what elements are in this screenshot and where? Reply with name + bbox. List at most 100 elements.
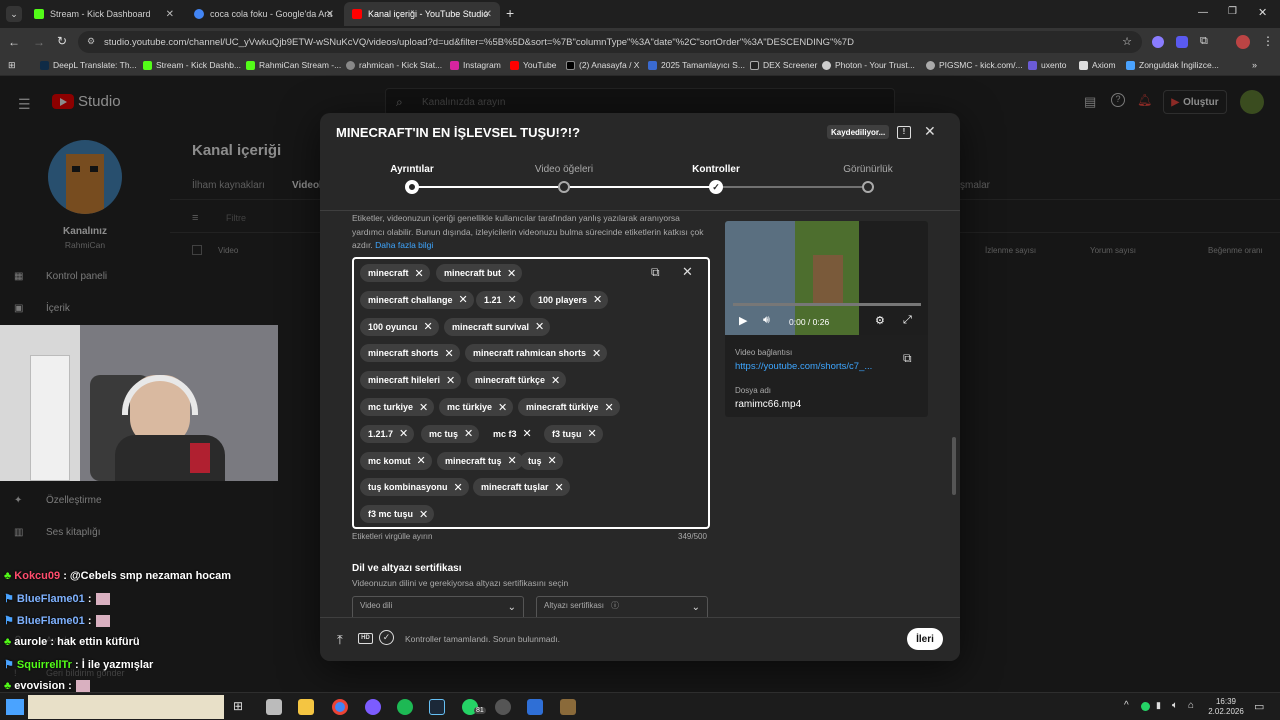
restore-button[interactable]: ❐ [1228,6,1237,17]
remove-tag-icon[interactable]: ✕ [605,401,614,414]
menu-kebab-icon[interactable]: ⋮ [1262,34,1274,48]
chrome-icon[interactable] [332,699,348,715]
minimize-button[interactable]: — [1198,7,1208,18]
play-icon[interactable]: ▶ [739,314,747,327]
minecraft-icon[interactable] [560,699,576,715]
scrollbar-track[interactable] [952,209,956,615]
remove-tag-icon[interactable]: ✕ [454,481,463,494]
tag-chip[interactable]: 100 players ✕ [530,290,609,309]
step-checks-checkmark-icon[interactable]: ✓ [709,180,723,194]
clear-tags-icon[interactable]: ✕ [682,264,693,280]
bookmark-zonguldak[interactable]: Zonguldak İngilizce... [1126,60,1219,70]
tag-chip[interactable]: minecraft tuş ✕ [437,451,523,470]
remove-tag-icon[interactable]: ✕ [419,401,428,414]
apps-grid-icon[interactable]: ⊞ [8,60,16,71]
remove-tag-icon[interactable]: ✕ [548,454,557,467]
tag-chip[interactable]: minecraft rahmican shorts ✕ [465,344,608,363]
tag-chip[interactable]: minecraft challange ✕ [360,290,474,309]
video-link[interactable]: https://youtube.com/shorts/c7_... [735,361,872,372]
tab-search-button[interactable]: ⌄ [6,6,22,22]
remove-tag-icon[interactable]: ✕ [419,508,428,521]
info-icon[interactable]: ⓘ [611,600,619,611]
step-video-elements-dot[interactable] [558,181,570,193]
bookmark-deepl[interactable]: DeepL Translate: Th... [40,60,137,70]
remove-tag-icon[interactable]: ✕ [459,293,468,306]
spotify-icon[interactable] [397,699,413,715]
tray-app-icon[interactable]: ▮ [1156,700,1161,711]
volume-icon[interactable]: 🔈︎ [1172,700,1178,711]
remove-tag-icon[interactable]: ✕ [592,347,601,360]
close-icon[interactable]: ✕ [166,9,174,20]
close-dialog-icon[interactable]: ✕ [924,123,936,140]
app-icon[interactable] [527,699,543,715]
remove-tag-icon[interactable]: ✕ [417,454,426,467]
video-thumbnail[interactable]: ▶ 🔊︎ 0:00 / 0:26 ⚙ ⤢ [725,221,928,335]
scrollbar-thumb[interactable] [952,437,956,495]
forward-icon[interactable]: → [33,35,45,49]
learn-more-link[interactable]: Daha fazla bilgi [375,240,433,250]
site-info-icon[interactable]: ⚙ [87,36,95,47]
task-view-icon[interactable]: ⊞ [233,699,243,713]
tag-chip[interactable]: mc f3 ✕ [485,425,538,443]
tag-chip[interactable]: mc tuş ✕ [421,424,480,443]
bookmark-kick-dashboard[interactable]: Stream - Kick Dashb... [143,60,241,70]
remove-tag-icon[interactable]: ✕ [555,481,564,494]
tag-chip[interactable]: minecraft ✕ [360,264,430,282]
taskbar-search-thumbnail[interactable] [28,695,224,719]
tag-chip[interactable]: minecraft but ✕ [436,264,523,282]
remove-tag-icon[interactable]: ✕ [523,427,532,440]
close-icon[interactable]: ✕ [484,9,492,20]
bookmark-tamamlayici[interactable]: 2025 Tamamlayıcı S... [648,60,745,70]
bookmark-axiom[interactable]: Axiom [1079,60,1116,70]
windows-start-icon[interactable] [6,699,24,715]
bookmark-x[interactable]: (2) Anasayfa / X [566,60,639,70]
remove-tag-icon[interactable]: ✕ [507,267,516,280]
step-details-dot[interactable] [405,180,419,194]
file-explorer-icon[interactable] [298,699,314,715]
tray-chevron-up-icon[interactable]: ^ [1124,700,1129,711]
video-progress-bar[interactable] [733,303,921,306]
bookmark-rahmican-stream[interactable]: RahmiCan Stream -... [246,60,341,70]
remove-tag-icon[interactable]: ✕ [415,267,424,280]
close-icon[interactable]: ✕ [326,9,334,20]
remove-tag-icon[interactable]: ✕ [551,374,560,387]
network-icon[interactable]: ⌂ [1188,700,1194,711]
tags-input[interactable]: ⧉ ✕ minecraft ✕ minecraft but ✕ minecraft ch… [352,257,710,529]
copy-link-icon[interactable]: ⧉ [903,351,912,366]
tab-kick-dashboard[interactable]: Stream - Kick Dashboard ✕ [26,2,182,26]
feedback-icon[interactable]: ! [897,126,911,139]
steam-icon[interactable] [429,699,445,715]
remove-tag-icon[interactable]: ✕ [535,320,544,333]
remove-tag-icon[interactable]: ✕ [446,374,455,387]
more-bookmarks-icon[interactable]: » [1252,60,1257,70]
close-window-button[interactable]: ✕ [1258,6,1267,19]
tag-chip[interactable]: mc türkiye ✕ [439,398,514,416]
next-button[interactable]: İleri [907,628,943,650]
tag-chip[interactable]: mc komut ✕ [360,451,432,470]
url-field[interactable]: ⚙ studio.youtube.com/channel/UC_yVwkuQjb… [78,31,1142,53]
extension-icon[interactable] [1176,36,1188,48]
remove-tag-icon[interactable]: ✕ [498,401,507,414]
volume-icon[interactable]: 🔊︎ [763,314,770,327]
tag-chip[interactable]: f3 tuşu ✕ [544,424,603,443]
tag-chip[interactable]: minecraft hileleri ✕ [360,371,462,390]
profile-avatar[interactable] [1236,35,1250,49]
step-visibility-dot[interactable] [862,181,874,193]
reload-icon[interactable]: ↻ [57,34,67,48]
app-icon[interactable] [495,699,511,715]
remove-tag-icon[interactable]: ✕ [593,293,602,306]
remove-tag-icon[interactable]: ✕ [508,293,517,306]
tag-chip[interactable]: tuş ✕ [520,451,563,470]
new-tab-button[interactable]: + [506,5,514,21]
tag-chip[interactable]: minecraft tuşlar ✕ [473,478,570,497]
back-icon[interactable]: ← [8,35,20,49]
tag-chip[interactable]: 100 oyuncu ✕ [360,317,439,336]
settings-gear-icon[interactable]: ⚙ [875,314,885,327]
taskbar-clock[interactable]: 16:39 2.02.2026 [1204,697,1248,717]
copy-icon[interactable]: ⧉ [651,265,660,280]
bookmark-dex-screener[interactable]: DEX Screener [750,60,817,70]
remove-tag-icon[interactable]: ✕ [508,454,517,467]
remove-tag-icon[interactable]: ✕ [464,427,473,440]
remove-tag-icon[interactable]: ✕ [399,427,408,440]
tag-chip[interactable]: 1.21.7 ✕ [360,424,415,443]
